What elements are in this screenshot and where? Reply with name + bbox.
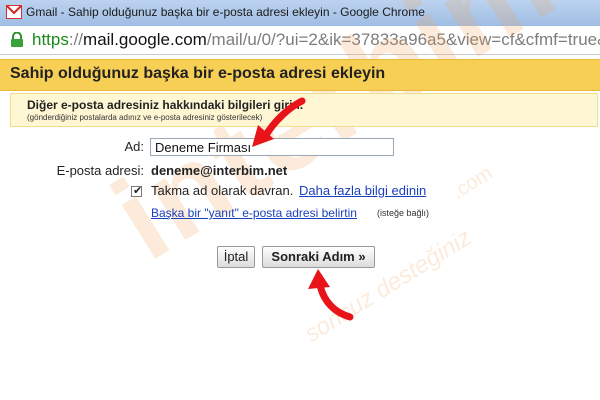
alias-checkbox[interactable]: ✔ [131,185,143,197]
url-text[interactable]: https://mail.google.com/mail/u/0/?ui=2&i… [32,30,600,50]
checkmark-icon: ✔ [133,185,143,197]
info-subtitle: (gönderdiğiniz postalarda adınız ve e-po… [27,113,263,122]
annotation-arrow-to-next [308,269,354,321]
window-title-bar: Gmail - Sahip olduğunuz başka bir e-post… [0,0,600,27]
more-info-link[interactable]: Daha fazla bilgi edinin [299,183,426,198]
name-label: Ad: [124,139,144,154]
watermark-tagline: sonsuz desteğiniz [300,223,477,348]
dialog-title: Sahip olduğunuz başka bir e-posta adresi… [10,65,386,82]
reply-address-link[interactable]: Başka bir "yanıt" e-posta adresi belirti… [151,206,357,220]
gmail-icon [6,5,22,19]
cancel-button[interactable]: İptal [217,246,255,268]
url-separator: :// [68,30,84,49]
next-step-button[interactable]: Sonraki Adım » [262,246,375,268]
lock-icon [11,32,23,47]
info-title: Diğer e-posta adresiniz hakkındaki bilgi… [27,98,304,112]
alias-label: Takma ad olarak davran. [151,183,294,198]
url-host: mail.google.com [83,30,207,49]
window-title: Gmail - Sahip olduğunuz başka bir e-post… [26,5,425,19]
url-path: /mail/u/0/?ui=2&ik=37833a96a5&view=cf&cf… [206,30,600,49]
email-value: deneme@interbim.net [151,163,288,178]
watermark-domain: .com [448,162,497,204]
name-input[interactable] [150,138,394,156]
optional-label: (isteğe bağlı) [377,208,430,218]
dialog-header: Sahip olduğunuz başka bir e-posta adresi… [0,59,600,91]
info-box: Diğer e-posta adresiniz hakkındaki bilgi… [10,93,598,127]
email-label: E-posta adresi: [56,163,144,178]
url-scheme: https [32,30,69,49]
address-bar[interactable]: https://mail.google.com/mail/u/0/?ui=2&i… [0,26,600,55]
dialog-page: interbim .com sonsuz desteğiniz Sahip ol… [0,0,600,400]
